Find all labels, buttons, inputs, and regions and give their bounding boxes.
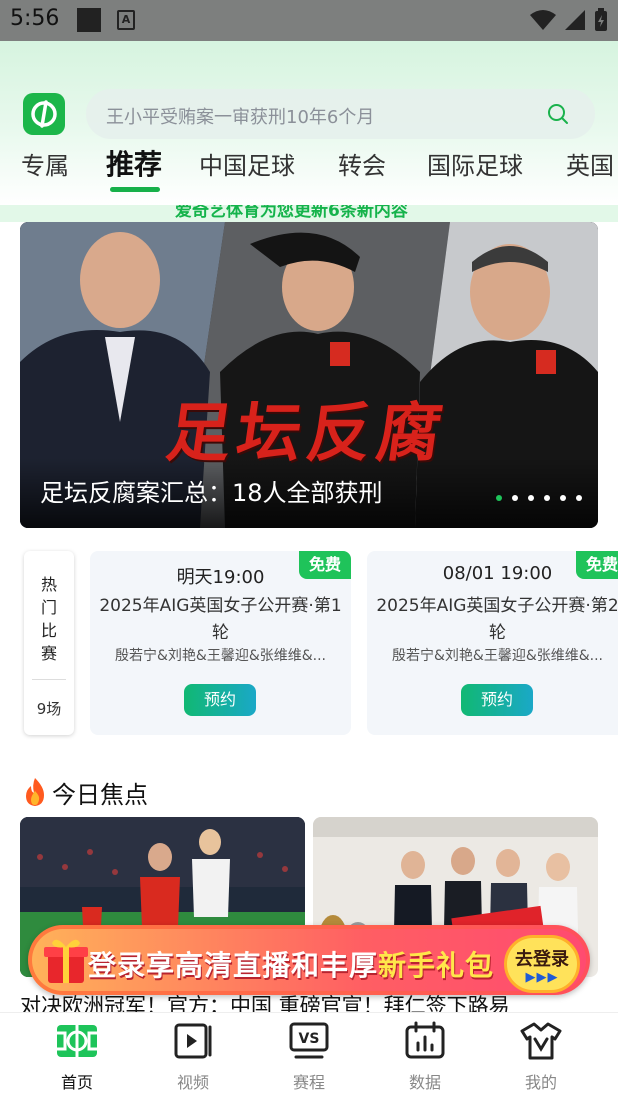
hot-label-char: 热 xyxy=(40,575,57,594)
nav-schedule[interactable]: VS 赛程 xyxy=(259,1013,359,1098)
focus-section-header: 今日焦点 xyxy=(22,776,148,809)
app-logo-icon[interactable] xyxy=(23,93,65,135)
carousel-dot[interactable] xyxy=(544,495,550,501)
carousel-dot[interactable] xyxy=(496,495,502,501)
wifi-icon xyxy=(530,10,556,30)
video-icon xyxy=(174,1023,212,1059)
match-card[interactable]: 免费 明天19:00 2025年AIG英国女子公开赛·第1轮 殷若宁&刘艳&王馨… xyxy=(90,551,351,735)
hot-matches-label: 热门比赛 xyxy=(24,573,74,665)
update-notice-text: 爱奇艺体育为您更新6条新内容 xyxy=(175,205,408,221)
signal-icon xyxy=(565,10,585,30)
match-time: 08/01 19:00 xyxy=(442,563,553,584)
match-time: 明天19:00 xyxy=(176,567,265,588)
bottom-navigation: 首页 视频 VS 赛程 数据 我的 xyxy=(0,1012,618,1098)
profile-icon xyxy=(520,1022,562,1060)
schedule-icon: VS xyxy=(289,1022,329,1059)
carousel-dot[interactable] xyxy=(576,495,582,501)
search-input[interactable]: 王小平受贿案一审获刑10年6个月 xyxy=(106,103,374,129)
status-icons xyxy=(530,8,608,32)
battery-icon xyxy=(595,8,607,31)
nav-video[interactable]: 视频 xyxy=(143,1013,243,1098)
nav-profile[interactable]: 我的 xyxy=(491,1013,591,1098)
match-players: 殷若宁&刘艳&王馨迎&张维维&... xyxy=(114,648,327,664)
nav-data-label: 数据 xyxy=(408,1073,441,1092)
focus-section-title: 今日焦点 xyxy=(52,780,148,809)
go-login-label: 去登录 xyxy=(515,949,569,970)
search-icon[interactable] xyxy=(547,103,569,125)
hot-matches-count: 9场 xyxy=(36,700,62,718)
match-title: 2025年AIG英国女子公开赛·第1轮 xyxy=(99,596,342,643)
tab-english[interactable]: 英国 xyxy=(566,146,614,181)
nav-home[interactable]: 首页 xyxy=(27,1013,127,1098)
login-promo-text: 登录享高清直播和丰厚新手礼包 xyxy=(88,949,495,982)
home-icon xyxy=(57,1025,97,1057)
nav-profile-label: 我的 xyxy=(524,1073,557,1092)
notification-a-icon: A xyxy=(117,10,135,30)
carousel-dot[interactable] xyxy=(528,495,534,501)
hot-label-char: 比 xyxy=(40,621,57,640)
hot-label-char: 赛 xyxy=(40,644,57,663)
carousel-dot[interactable] xyxy=(560,495,566,501)
login-promo-banner[interactable]: 登录享高清直播和丰厚新手礼包 去登录 ▶▶▶ xyxy=(28,925,590,995)
notification-square-icon xyxy=(77,8,101,32)
gift-box-icon xyxy=(44,939,88,983)
nav-data[interactable]: 数据 xyxy=(375,1013,475,1098)
tab-exclusive[interactable]: 专属 xyxy=(21,146,69,181)
arrows-icon: ▶▶▶ xyxy=(525,970,559,985)
hot-matches-card[interactable]: 热门比赛 9场 xyxy=(24,551,74,735)
banner-caption: 足坛反腐案汇总：18人全部获刑 xyxy=(40,479,383,507)
category-tabs: 专属 推荐 中国足球 转会 国际足球 英国 xyxy=(0,146,618,196)
hot-label-char: 门 xyxy=(40,598,57,617)
tab-recommended[interactable]: 推荐 xyxy=(106,143,162,183)
match-players: 殷若宁&刘艳&王馨迎&张维维&... xyxy=(391,648,604,664)
nav-video-label: 视频 xyxy=(176,1073,209,1092)
nav-home-label: 首页 xyxy=(60,1073,93,1092)
match-card[interactable]: 免费 08/01 19:00 2025年AIG英国女子公开赛·第2轮 殷若宁&刘… xyxy=(367,551,618,735)
screen: 5:56 A 王小平受贿案一审获刑10年6个月 专属 推荐 中国足球 转会 国际… xyxy=(0,0,618,1098)
hero-banner[interactable]: 足坛反腐 足坛反腐案汇总：18人全部获刑 xyxy=(20,222,598,528)
reserve-button[interactable]: 预约 xyxy=(184,684,256,716)
status-time: 5:56 xyxy=(10,6,60,31)
fire-icon xyxy=(26,778,44,806)
update-notice: 爱奇艺体育为您更新6条新内容 xyxy=(0,205,618,222)
divider xyxy=(32,679,66,680)
carousel-dot[interactable] xyxy=(512,495,518,501)
banner-title-art: 足坛反腐 xyxy=(161,396,453,471)
reserve-button[interactable]: 预约 xyxy=(461,684,533,716)
header: 王小平受贿案一审获刑10年6个月 专属 推荐 中国足球 转会 国际足球 英国 xyxy=(0,41,618,205)
nav-schedule-label: 赛程 xyxy=(292,1073,325,1092)
search-bar[interactable]: 王小平受贿案一审获刑10年6个月 xyxy=(86,89,595,139)
tab-transfers[interactable]: 转会 xyxy=(338,146,386,181)
tab-international-football[interactable]: 国际足球 xyxy=(427,146,523,181)
active-tab-indicator xyxy=(110,187,160,192)
match-title: 2025年AIG英国女子公开赛·第2轮 xyxy=(376,596,618,643)
go-login-button[interactable]: 去登录 ▶▶▶ xyxy=(504,935,580,993)
data-icon xyxy=(405,1021,445,1059)
carousel-indicator xyxy=(496,495,582,501)
login-promo-inner: 登录享高清直播和丰厚新手礼包 去登录 ▶▶▶ xyxy=(32,929,586,993)
status-bar: 5:56 A xyxy=(0,0,618,41)
tab-china-football[interactable]: 中国足球 xyxy=(199,146,295,181)
svg-text:VS: VS xyxy=(299,1031,320,1047)
